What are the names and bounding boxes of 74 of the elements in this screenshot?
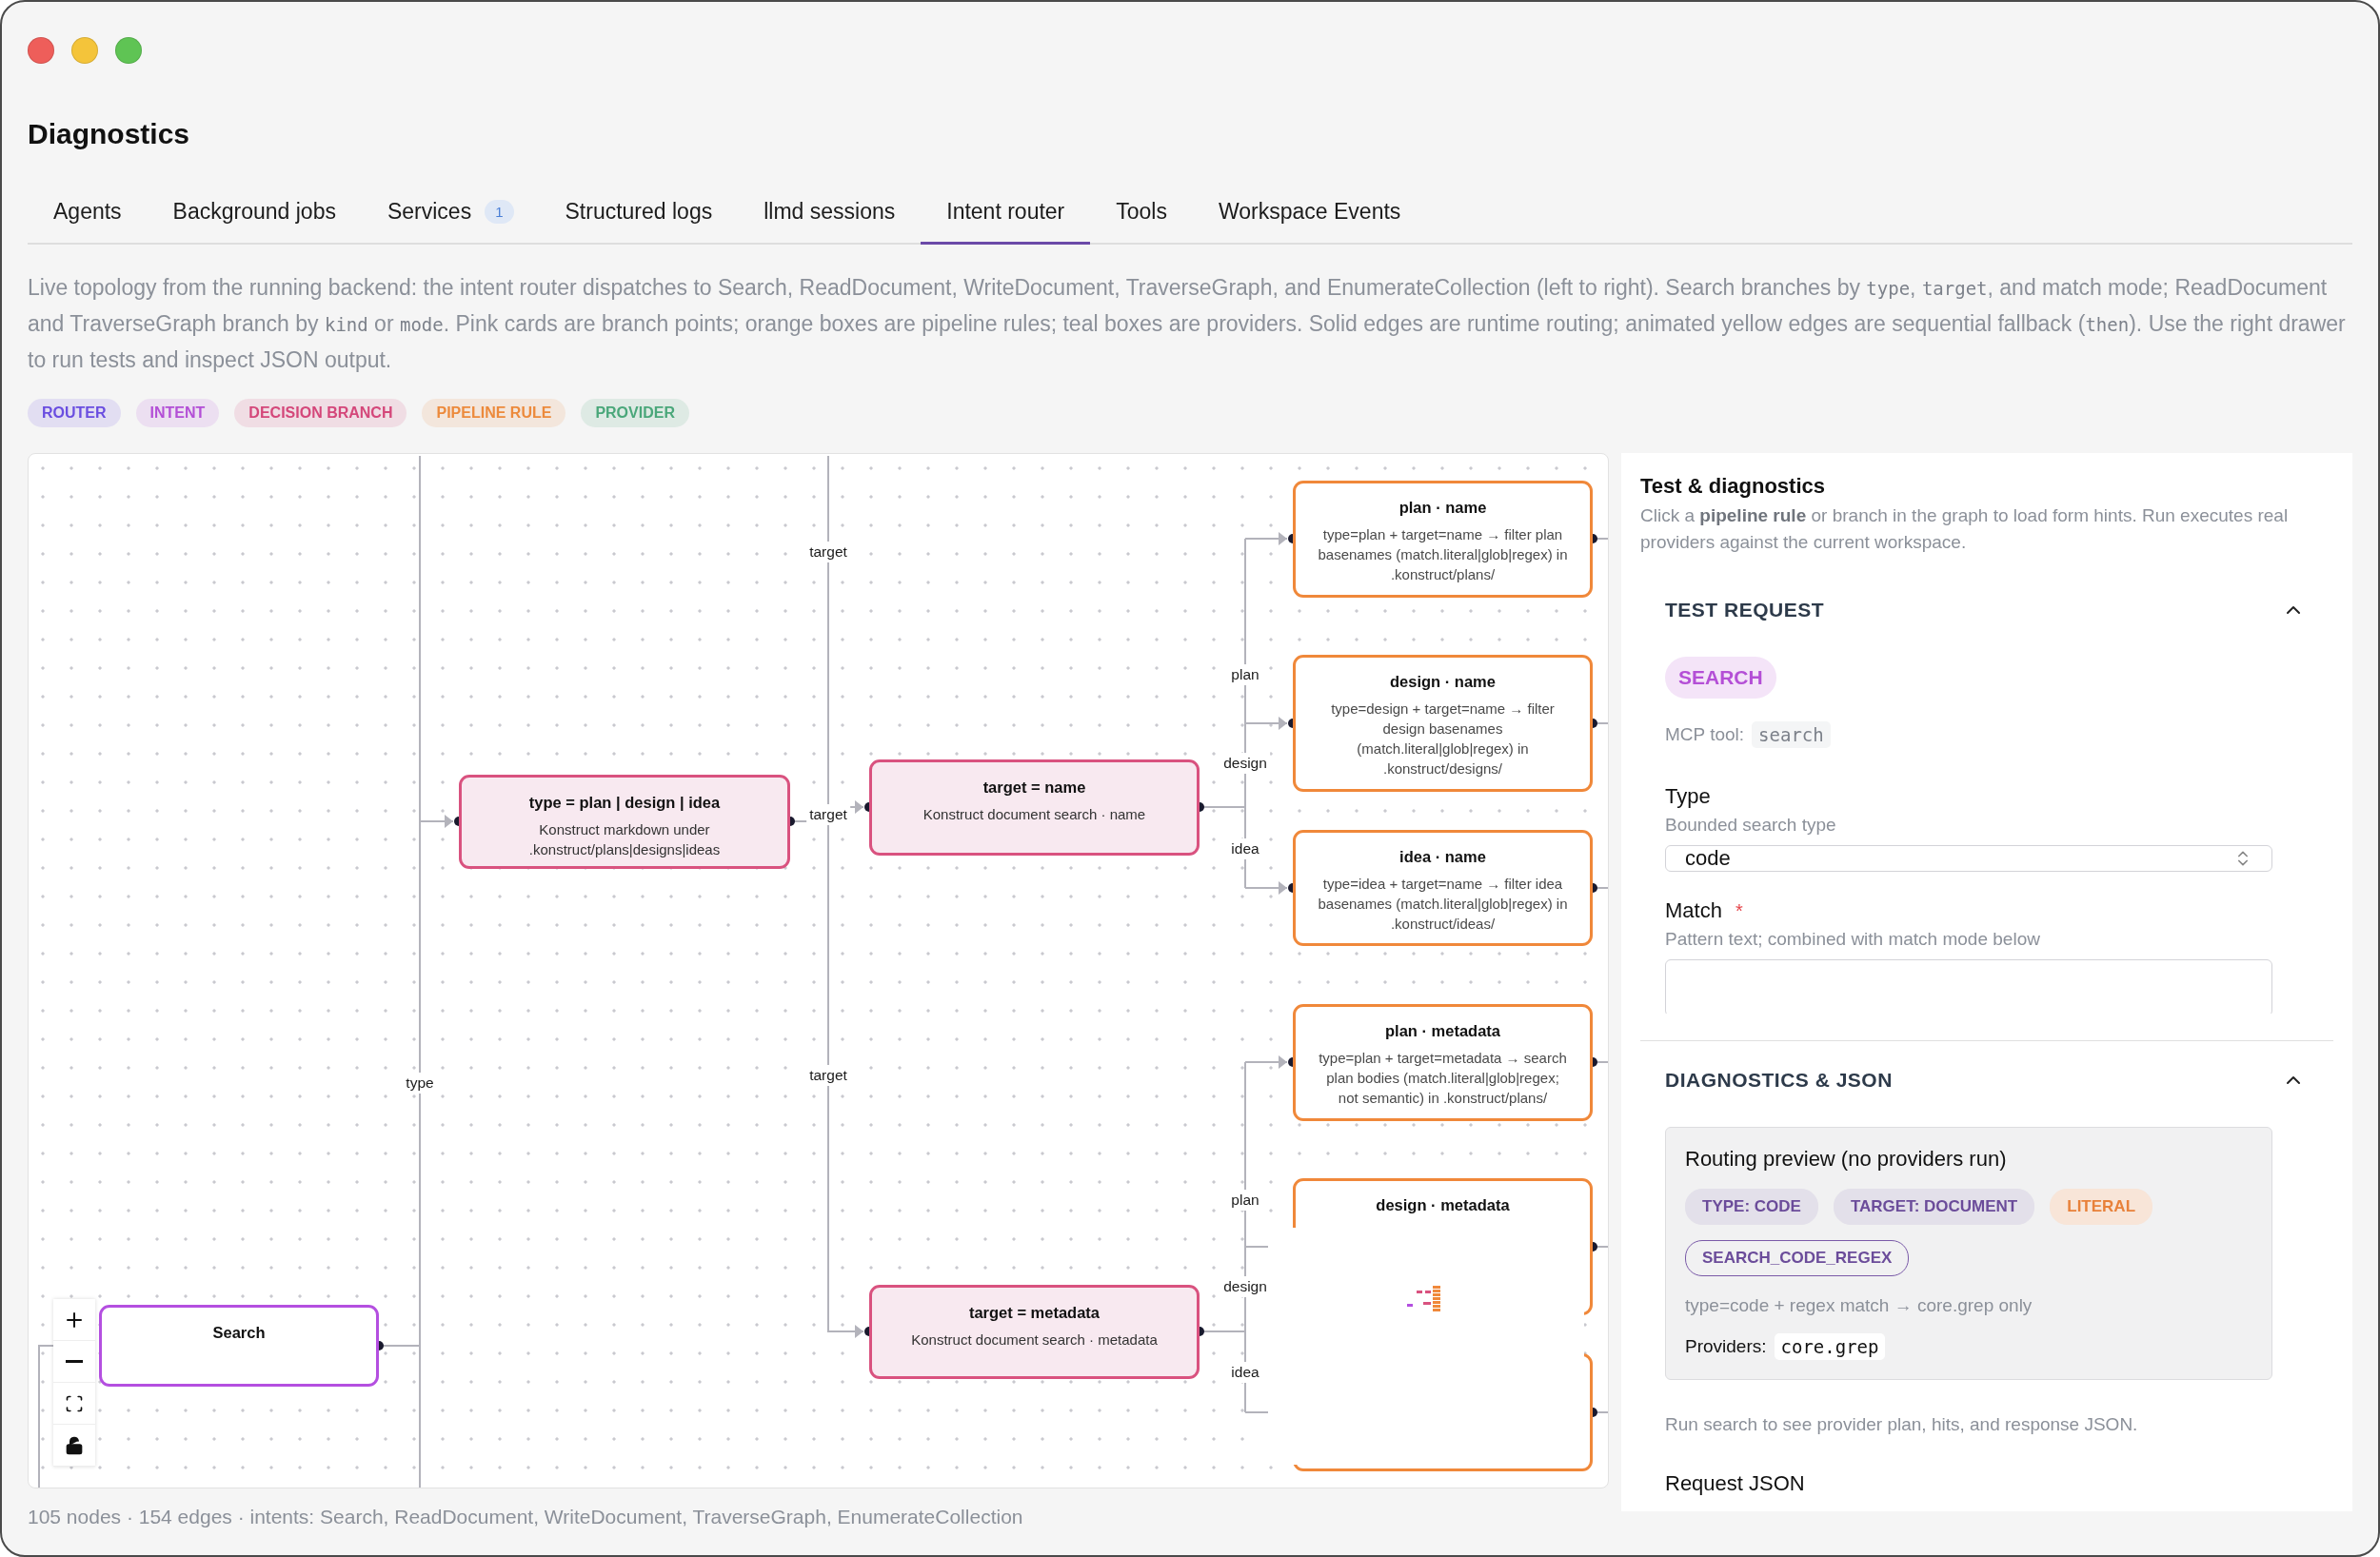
node-description: Konstruct document search · metadata <box>911 1330 1158 1350</box>
node-title: target = name <box>982 778 1086 797</box>
unlock-icon <box>65 1435 84 1455</box>
section-title: TEST REQUEST <box>1665 599 1825 621</box>
tab[interactable]: llmd sessions <box>738 189 922 245</box>
count-badge: 1 <box>485 200 514 224</box>
intro-text: Click a pipeline rule or branch in the graph to load form hints. Run executes real providers against the current workspace. <box>1640 504 2290 554</box>
graph-node[interactable]: target = name Konstruct document search · name <box>869 759 1200 856</box>
tab[interactable]: Services 1 <box>361 189 540 245</box>
node-title: idea · name <box>1399 848 1486 866</box>
tab[interactable]: Background jobs <box>147 189 362 245</box>
field-label: Type <box>1665 784 1711 809</box>
legend-chip: ROUTER <box>28 399 121 427</box>
node-title: type = plan | design | idea <box>528 794 721 812</box>
legend-chip: INTENT <box>135 399 220 427</box>
minus-icon <box>66 1360 83 1363</box>
graph-node[interactable]: type = plan | design | idea Konstruct markdown under .konstruct/plans|designs|ideas <box>459 775 790 869</box>
node-description: Konstruct markdown under .konstruct/plans|designs|ideas <box>527 820 722 859</box>
match-field[interactable] <box>1665 959 2272 1014</box>
node-title: plan · name <box>1398 499 1487 517</box>
node-description: type=plan + target=name → filter plan basenames (match.literal|glob|regex) in .konstruct/plans/ <box>1317 525 1569 584</box>
tool-name: search <box>1752 721 1831 748</box>
intent-chip: SEARCH <box>1665 657 1776 699</box>
hint-text: Run search to see provider plan, hits, and response JSON. <box>1665 1414 2138 1435</box>
provider-name: core.grep <box>1774 1333 1886 1360</box>
graph-node[interactable]: design · name type=design + target=name → filter design basenames (match.literal|glob|regex) in .konstruct/designs/ <box>1293 655 1593 792</box>
page-title: Diagnostics <box>28 117 191 151</box>
node-description: type=design + target=name → filter design basenames (match.literal|glob|regex) in .konstruct/designs/ <box>1330 700 1556 778</box>
field-hint: Bounded search type <box>1665 815 1836 836</box>
graph-node[interactable]: plan · metadata type=plan + target=metadata → search plan bodies (match.literal|glob|regex; not semantic) in .konstruct/plans/ <box>1293 1004 1593 1121</box>
edge-label: target <box>806 1065 850 1086</box>
route-tag: LITERAL <box>2050 1189 2153 1225</box>
mcp-label: MCP tool: <box>1665 724 1745 745</box>
window-control[interactable] <box>115 37 142 64</box>
node-description: Konstruct document search · name <box>922 805 1146 824</box>
graph-node[interactable]: idea · name type=idea + target=name → filter idea basenames (match.literal|glob|regex) in .konstruct/ideas/ <box>1293 830 1593 946</box>
providers-label: Providers: <box>1685 1336 1767 1357</box>
type-select[interactable]: code <box>1665 845 2272 872</box>
edge-label: target <box>806 542 850 562</box>
corners-icon <box>65 1393 84 1413</box>
tab[interactable]: Intent router <box>921 189 1091 245</box>
graph-node[interactable]: plan · name type=plan + target=name → filter plan basenames (match.literal|glob|regex) in .konstruct/plans/ <box>1293 481 1593 598</box>
graph-node[interactable]: Search <box>99 1305 379 1387</box>
legend-chip: PIPELINE RULE <box>422 399 566 427</box>
node-description: type=plan + target=metadata → search plan bodies (match.literal|glob|regex; not semantic) in .konstruct/plans/ <box>1318 1049 1568 1108</box>
description-text: Live topology from the running backend: the intent router dispatches to Search, ReadDocument, WriteDocument, TraverseGraph, and EnumerateCollection (left to right). Search branches by type, target, and match mode; ReadDocument and TraverseGraph branch by kind or mode. Pink cards are branch points; orange boxes are pipeline rules; teal boxes are providers. Solid edges are runtime routing; animated yellow edges are sequential fallback (then). Use the right drawer to run tests and inspect JSON output. <box>28 274 2347 374</box>
route-note: type=code + regex match → core.grep only <box>1685 1295 2033 1316</box>
edge-label: target <box>806 804 850 825</box>
tab[interactable]: Agents <box>28 189 148 245</box>
field-label: Match <box>1665 898 1722 923</box>
route-tag: SEARCH_CODE_REGEX <box>1685 1240 1910 1276</box>
node-title: design · metadata <box>1376 1196 1510 1214</box>
node-title: target = metadata <box>968 1304 1101 1322</box>
section-title: DIAGNOSTICS & JSON <box>1665 1069 1893 1092</box>
status-text: 105 nodes · 154 edges · intents: Search, ReadDocument, WriteDocument, TraverseGraph, EnumerateCollection <box>28 1506 1024 1528</box>
edge-label: design <box>1220 753 1270 774</box>
node-title: design · name <box>1390 673 1496 691</box>
graph-node[interactable]: target = metadata Konstruct document search · metadata <box>869 1285 1200 1379</box>
panel-title: Test & diagnostics <box>1640 474 1826 499</box>
route-tag: TARGET: DOCUMENT <box>1833 1189 2035 1225</box>
window-control[interactable] <box>28 37 54 64</box>
tab[interactable]: Structured logs <box>539 189 739 245</box>
preview-title: Routing preview (no providers run) <box>1685 1147 2007 1172</box>
node-title: plan · metadata <box>1385 1022 1500 1040</box>
node-description: type=idea + target=name → filter idea basenames (match.literal|glob|regex) in .konstruct/ideas/ <box>1317 875 1569 934</box>
tab[interactable]: Tools <box>1090 189 1193 245</box>
required-mark: * <box>1735 899 1743 922</box>
legend-chip: PROVIDER <box>581 399 689 427</box>
tab[interactable]: Workspace Events <box>1193 189 1427 245</box>
route-tag: TYPE: CODE <box>1685 1189 1818 1225</box>
legend-chip: DECISION BRANCH <box>234 399 407 427</box>
field-hint: Pattern text; combined with match mode below <box>1665 929 2040 950</box>
field-label: Request JSON <box>1665 1471 1805 1496</box>
node-title: Search <box>212 1324 266 1342</box>
